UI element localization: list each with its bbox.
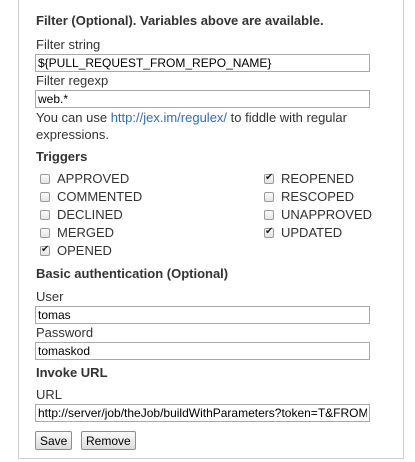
trigger-unapproved-checkbox[interactable] xyxy=(264,210,274,220)
trigger-opened-checkbox[interactable] xyxy=(40,244,50,256)
trigger-rescoped-label: RESCOPED xyxy=(281,189,354,204)
trigger-rescoped-checkbox[interactable] xyxy=(264,192,274,202)
filter-regexp-label: Filter regexp xyxy=(36,73,109,88)
trigger-approved-checkbox[interactable] xyxy=(40,174,50,184)
filter-regexp-input[interactable] xyxy=(35,90,370,108)
triggers-heading: Triggers xyxy=(36,149,88,164)
regulex-link[interactable]: http://jex.im/regulex/ xyxy=(111,110,227,125)
trigger-reopened-checkbox[interactable] xyxy=(264,172,274,184)
trigger-declined-label: DECLINED xyxy=(57,207,123,222)
user-label: User xyxy=(36,289,64,304)
filter-help-text: You can use http://jex.im/regulex/ to fi… xyxy=(36,109,386,143)
url-input[interactable] xyxy=(35,404,370,422)
filter-heading: Filter (Optional). Variables above are a… xyxy=(36,13,324,28)
invoke-heading: Invoke URL xyxy=(36,365,108,380)
save-button[interactable]: Save xyxy=(35,431,73,450)
auth-heading: Basic authentication (Optional) xyxy=(36,266,229,281)
trigger-merged-label: MERGED xyxy=(57,225,115,240)
trigger-updated-checkbox[interactable] xyxy=(264,226,274,238)
password-input[interactable] xyxy=(35,342,370,360)
filter-help-prefix: You can use xyxy=(36,110,111,125)
password-label: Password xyxy=(36,325,94,340)
url-label: URL xyxy=(36,387,63,402)
trigger-declined-checkbox[interactable] xyxy=(40,210,50,220)
trigger-merged-checkbox[interactable] xyxy=(40,228,50,238)
trigger-approved-label: APPROVED xyxy=(57,171,130,186)
filter-help-line2: expressions. xyxy=(36,127,109,142)
trigger-opened-label: OPENED xyxy=(57,243,112,258)
trigger-updated-label: UPDATED xyxy=(281,225,343,240)
remove-button[interactable]: Remove xyxy=(81,431,136,450)
filter-string-label: Filter string xyxy=(36,37,101,52)
trigger-commented-label: COMMENTED xyxy=(57,189,143,204)
filter-string-input[interactable] xyxy=(35,54,370,72)
trigger-reopened-label: REOPENED xyxy=(281,171,354,186)
trigger-commented-checkbox[interactable] xyxy=(40,192,50,202)
notification-form: Filter (Optional). Variables above are a… xyxy=(18,0,404,459)
trigger-unapproved-label: UNAPPROVED xyxy=(281,207,373,222)
filter-help-suffix: to fiddle with regular xyxy=(227,110,347,125)
user-input[interactable] xyxy=(35,306,370,324)
